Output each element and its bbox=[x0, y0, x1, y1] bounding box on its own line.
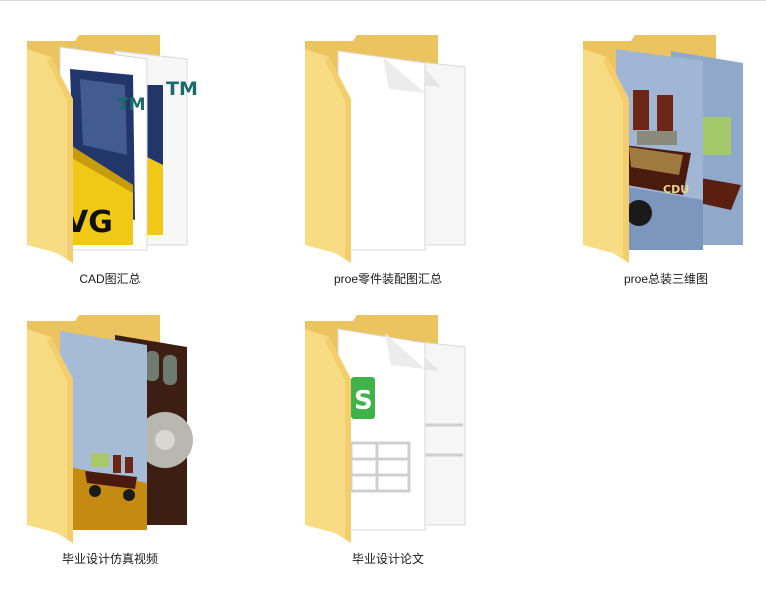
folder-item-proe-3d[interactable]: CDU proe总装三维图 bbox=[571, 35, 761, 286]
folder-icon bbox=[27, 315, 193, 543]
folder-item-simulation-video[interactable]: 毕业设计仿真视频 bbox=[15, 315, 205, 566]
folder-label: proe总装三维图 bbox=[623, 272, 709, 286]
folder-label: CAD图汇总 bbox=[79, 272, 141, 286]
folder-item-proe-parts[interactable]: proe零件装配图汇总 bbox=[293, 35, 483, 286]
dwg-brand-text: TM bbox=[166, 78, 198, 100]
folder-icon: S bbox=[305, 315, 466, 543]
svg-text:TM: TM bbox=[117, 95, 146, 115]
folder-item-cad[interactable]: TM TM VG CAD图汇总 bbox=[15, 35, 205, 286]
folder-icon: CDU bbox=[583, 35, 743, 263]
folder-icon: TM TM VG bbox=[27, 35, 198, 263]
window-top-border bbox=[0, 0, 766, 1]
folder-label: proe零件装配图汇总 bbox=[333, 272, 443, 286]
folder-icon bbox=[305, 35, 466, 263]
folder-label: 毕业设计仿真视频 bbox=[61, 552, 158, 566]
folder-label: 毕业设计论文 bbox=[351, 552, 424, 566]
folder-item-thesis[interactable]: S 毕业设计论文 bbox=[293, 315, 483, 566]
doc-letter: S bbox=[354, 386, 373, 416]
render-text: CDU bbox=[663, 183, 689, 196]
